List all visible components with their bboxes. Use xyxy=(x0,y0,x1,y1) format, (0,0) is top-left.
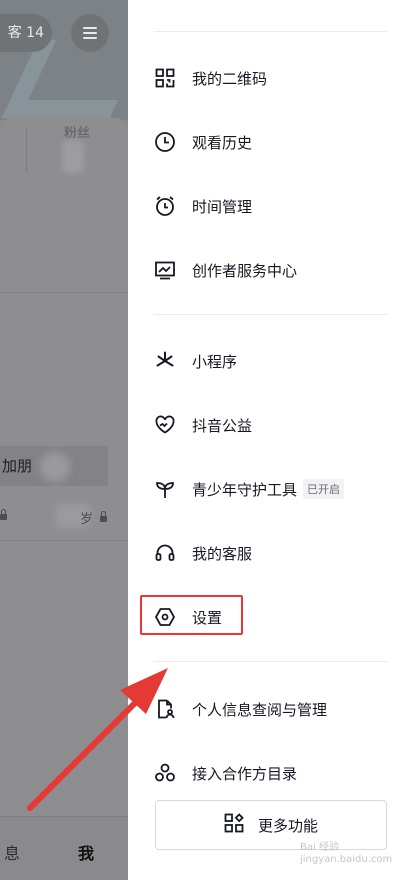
menu-item-label: 个人信息查阅与管理 xyxy=(192,700,328,719)
tab-me[interactable]: 我 xyxy=(78,840,94,864)
clock-icon xyxy=(154,131,176,153)
menu-item-label: 青少年守护工具 xyxy=(192,480,298,499)
blurred-fans-count xyxy=(62,140,84,174)
menu-line xyxy=(83,27,97,29)
divider xyxy=(0,540,128,541)
partners-icon xyxy=(154,762,176,784)
menu-line xyxy=(83,37,97,39)
alarm-clock-icon xyxy=(154,195,176,217)
age-tag: 岁 xyxy=(80,512,94,527)
menu-item-watch-history[interactable]: 观看历史 xyxy=(154,122,394,162)
annotation-highlight-box xyxy=(140,595,243,635)
menu-item-qr-code[interactable]: 我的二维码 xyxy=(154,58,394,98)
mini-program-icon xyxy=(154,350,176,372)
side-drawer: 我的二维码 观看历史 时间管理 创作者服务中心 小程序 抖音公益 青少年守护工具… xyxy=(128,0,415,880)
menu-item-charity[interactable]: 抖音公益 xyxy=(154,405,394,445)
stat-divider xyxy=(26,128,27,172)
menu-item-label: 创作者服务中心 xyxy=(192,261,298,280)
fans-label: 粉丝 xyxy=(64,126,91,141)
menu-item-label: 小程序 xyxy=(192,352,238,371)
watermark-line: Bai 经验 xyxy=(300,842,339,853)
watermark-line: jingyan.baidu.com xyxy=(300,854,393,865)
charity-heart-icon xyxy=(154,414,176,436)
visitor-button[interactable]: 客 14 xyxy=(0,14,52,52)
divider xyxy=(0,292,128,293)
menu-item-time-management[interactable]: 时间管理 xyxy=(154,186,394,226)
chart-monitor-icon xyxy=(154,259,176,281)
personal-info-icon xyxy=(154,698,176,720)
menu-item-label: 观看历史 xyxy=(192,133,253,152)
sprout-icon xyxy=(154,478,176,500)
hamburger-menu-button[interactable] xyxy=(71,14,109,52)
menu-item-personal-info[interactable]: 个人信息查阅与管理 xyxy=(154,689,394,729)
divider xyxy=(154,314,387,315)
grid-more-icon xyxy=(224,813,244,837)
menu-item-label: 我的客服 xyxy=(192,544,253,563)
watermark: Bai 经验 jingyan.baidu.com xyxy=(300,842,392,866)
menu-item-partner-directory[interactable]: 接入合作方目录 xyxy=(154,753,394,793)
menu-item-label: 抖音公益 xyxy=(192,416,253,435)
status-badge: 已开启 xyxy=(303,479,345,499)
menu-item-mini-program[interactable]: 小程序 xyxy=(154,341,394,381)
dimmed-profile-background[interactable]: 客 14 粉丝 加朋 岁 息 我 xyxy=(0,0,128,880)
menu-item-creator-center[interactable]: 创作者服务中心 xyxy=(154,250,394,290)
qr-code-icon xyxy=(154,67,176,89)
menu-item-customer-service[interactable]: 我的客服 xyxy=(154,533,394,573)
menu-line xyxy=(83,32,97,34)
menu-item-youth-protection[interactable]: 青少年守护工具 已开启 xyxy=(154,469,394,509)
divider xyxy=(154,661,387,662)
headset-icon xyxy=(154,542,176,564)
divider xyxy=(154,31,387,32)
menu-item-label: 接入合作方目录 xyxy=(192,764,298,783)
lock-icon xyxy=(0,509,7,520)
lock-icon xyxy=(100,511,107,522)
more-functions-label: 更多功能 xyxy=(257,816,318,835)
blurred-avatar xyxy=(40,452,70,482)
tab-messages[interactable]: 息 xyxy=(4,840,20,864)
menu-item-label: 我的二维码 xyxy=(192,69,268,88)
menu-item-label: 时间管理 xyxy=(192,197,253,216)
